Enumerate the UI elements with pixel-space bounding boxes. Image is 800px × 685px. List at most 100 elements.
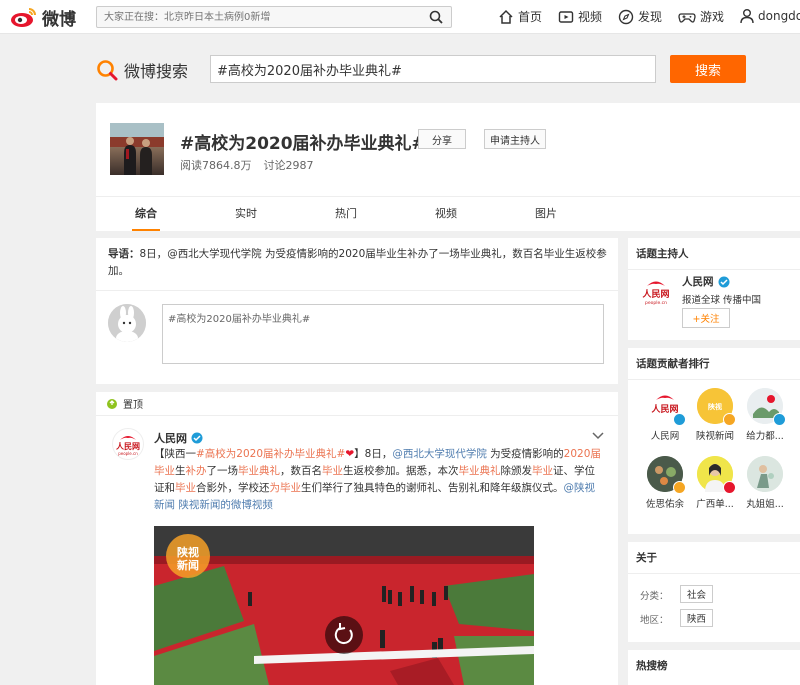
intro-label: 导语： [108,248,140,260]
nav-discover[interactable]: 发现 [618,8,662,25]
apply-host-button[interactable]: 申请主持人 [484,129,546,149]
user-avatar[interactable] [108,304,146,342]
post-composer[interactable]: #高校为2020届补办毕业典礼# [162,304,604,364]
chevron-down-icon[interactable] [592,432,604,440]
contributor-item[interactable]: 广西单... [692,456,738,510]
contributor-avatar[interactable]: 人民网 [647,388,686,426]
tab-realtime[interactable]: 实时 [196,197,296,231]
weibo-logo[interactable]: 微博 [10,6,76,30]
top-search-input[interactable] [97,7,417,27]
keyword-highlight: 毕业典礼 [458,465,501,477]
intro-text: 导语：8日，@西北大学现代学院 为受疫情影响的2020届毕业生补办了一场毕业典礼… [108,246,608,280]
hot-search-title: 热搜榜 [636,660,668,672]
contributor-item[interactable]: 人民网 人民网 [642,388,688,442]
keyword-highlight: 为 [269,482,281,494]
compass-icon [618,9,634,24]
verified-badge-icon [718,276,729,287]
post-text-part: ，数百名 [280,465,322,477]
contributors-panel: 话题贡献者排行 人民网 人民网 陕视 陕视新闻 给力都... 佐思佑余 广西单.… [628,348,800,534]
verified-badge-icon [673,413,686,426]
verified-badge-icon [191,432,203,444]
video-player[interactable]: 陕视新闻 [154,526,534,685]
contributor-avatar[interactable] [747,388,786,426]
tab-hot[interactable]: 热门 [296,197,396,231]
tab-video[interactable]: 视频 [396,197,496,231]
about-panel: 关于 分类： 社会 地区： 陕西 [628,542,800,642]
main-search-input[interactable] [211,56,655,82]
category-label: 分类： [640,591,669,602]
nav-game[interactable]: 游戏 [678,8,724,25]
composer-textarea[interactable]: #高校为2020届补办毕业典礼# [163,305,603,363]
contributor-item[interactable]: 丸姐姐... [742,456,788,510]
post-author-name[interactable]: 人民网 [154,430,187,446]
topic-stats: 阅读7864.8万 讨论2987 [180,157,314,173]
contributor-avatar[interactable] [697,456,736,494]
post-text-part: 生们举行了独具特色的谢师礼、告别礼和降年级旗仪式。 [301,482,564,494]
host-avatar[interactable]: 人民网 people.cn [638,274,674,310]
contributor-avatar[interactable] [647,456,686,494]
contributors-title: 话题贡献者排行 [628,348,800,380]
contributor-avatar[interactable]: 陕视 [697,388,736,426]
contributor-name[interactable]: 人民网 [651,431,680,442]
main-search-box[interactable] [210,55,656,83]
divider [96,290,618,291]
search-logo-icon [97,60,118,81]
top-search-box[interactable] [96,6,452,28]
host-name[interactable]: 人民网 [682,274,730,289]
post-author[interactable]: 人民网 [154,430,203,446]
follow-button[interactable]: +关注 [682,308,730,328]
topic-hashtag-link[interactable]: #高校为2020届补办毕业典礼# [196,448,345,460]
post-text-part: 【陕西一 [154,448,196,460]
follow-button-label: +关注 [692,314,720,325]
post-text: 【陕西一#高校为2020届补办毕业典礼#❤】8日，@西北大学现代学院 为受疫情影… [154,446,604,514]
contributor-item[interactable]: 佐思佑余 [642,456,688,510]
weibo-search-logo[interactable]: 微博搜索 [96,58,188,82]
top-bar: 微博 首页 视频 发现 游戏 dongdon [0,0,800,34]
topic-intro-panel: 导语：8日，@西北大学现代学院 为受疫情影响的2020届毕业生补办了一场毕业典礼… [96,238,618,384]
post-text-part: 合影外，学校还 [196,482,270,494]
video-link[interactable]: 陕视新闻的微博视频 [175,499,273,511]
topic-cover-image [110,123,164,175]
nav-video-label: 视频 [578,10,603,24]
region-tag[interactable]: 陕西 [680,609,714,627]
home-icon [499,9,513,24]
post-text-part: 生返校参加。据悉，本次 [343,465,459,477]
svg-text:人民网: 人民网 [641,288,669,300]
post-text-part: 】8日， [354,448,393,460]
share-button[interactable]: 分享 [418,129,466,149]
video-icon [558,10,574,23]
nav-home[interactable]: 首页 [498,8,542,25]
svg-text:陕视: 陕视 [708,402,722,411]
svg-text:people.cn: people.cn [118,451,138,456]
people-daily-avatar[interactable]: 人民网 people.cn [112,428,144,460]
contributor-name[interactable]: 佐思佑余 [646,499,684,510]
topic-tabs: 综合 实时 热门 视频 图片 [96,196,800,231]
host-name-text[interactable]: 人民网 [682,274,714,289]
contributor-avatar[interactable] [747,456,783,492]
topic-host-panel: 话题主持人 人民网 people.cn 人民网 报道全球 传播中国 +关注 [628,238,800,340]
tab-comprehensive[interactable]: 综合 [96,197,196,231]
contributor-name[interactable]: 陕视新闻 [696,431,734,442]
contributor-item[interactable]: 陕视 陕视新闻 [692,388,738,442]
keyword-highlight: 毕业典礼 [238,465,280,477]
nav-user[interactable]: dongdon [740,8,800,24]
about-title: 关于 [628,542,800,574]
verified-badge-icon [723,481,736,494]
nav-home-label: 首页 [518,10,543,24]
intro-mention-link[interactable]: @西北大学现代学院 [167,248,262,260]
search-button[interactable]: 搜索 [670,55,746,83]
contributor-name[interactable]: 给力都... [746,431,784,442]
mention-link[interactable]: @西北大学现代学院 [392,448,487,460]
keyword-highlight: 补办 [185,465,207,477]
nav-video[interactable]: 视频 [558,8,602,25]
contributor-name[interactable]: 丸姐姐... [746,499,784,510]
contributor-name[interactable]: 广西单... [696,499,734,510]
heart-emoji: ❤ [345,448,355,460]
gamepad-icon [678,12,696,23]
contributor-item[interactable]: 给力都... [742,388,788,442]
svg-text:人民网: 人民网 [116,441,140,451]
search-icon[interactable] [429,10,443,24]
tab-pictures[interactable]: 图片 [496,197,596,231]
category-tag[interactable]: 社会 [680,585,714,603]
post-text-part: 生 [175,465,186,477]
